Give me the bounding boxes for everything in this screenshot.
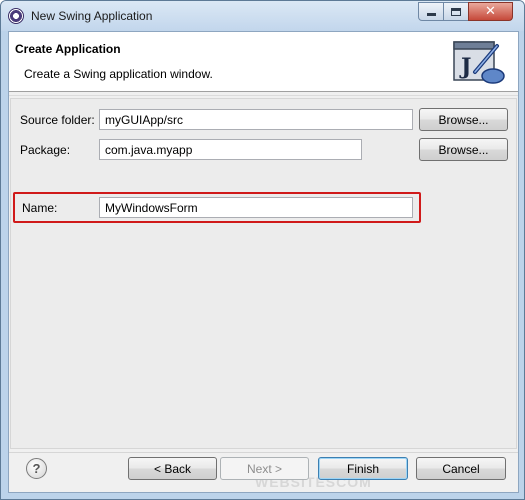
footer-separator bbox=[9, 452, 518, 453]
wizard-header: Create Application Create a Swing applic… bbox=[9, 32, 518, 92]
close-button[interactable]: ✕ bbox=[468, 2, 513, 21]
next-button[interactable]: Next > bbox=[220, 457, 309, 480]
wizard-description: Create a Swing application window. bbox=[24, 67, 213, 81]
swing-wizard-window: New Swing Application ✕ Create Applicati… bbox=[0, 0, 525, 500]
maximize-icon bbox=[451, 7, 461, 16]
name-label: Name: bbox=[22, 201, 58, 215]
svg-text:J: J bbox=[459, 54, 471, 80]
source-folder-field[interactable] bbox=[99, 109, 413, 130]
form-panel: Source folder: Browse... Package: Browse… bbox=[10, 98, 517, 449]
app-icon[interactable] bbox=[8, 8, 24, 24]
package-browse-button[interactable]: Browse... bbox=[419, 138, 508, 161]
java-wizard-icon: J bbox=[453, 41, 505, 84]
finish-button[interactable]: Finish bbox=[318, 457, 408, 480]
wizard-client-area: Create Application Create a Swing applic… bbox=[8, 31, 519, 493]
window-title: New Swing Application bbox=[31, 9, 153, 23]
maximize-button[interactable] bbox=[443, 2, 469, 21]
title-bar[interactable]: New Swing Application ✕ bbox=[1, 1, 524, 31]
source-folder-label: Source folder: bbox=[20, 113, 95, 127]
package-field[interactable] bbox=[99, 139, 362, 160]
minimize-icon bbox=[426, 13, 436, 16]
package-label: Package: bbox=[20, 143, 71, 157]
back-button[interactable]: < Back bbox=[128, 457, 217, 480]
minimize-button[interactable] bbox=[418, 2, 444, 21]
close-icon: ✕ bbox=[485, 4, 496, 19]
header-separator bbox=[9, 95, 518, 96]
help-icon[interactable]: ? bbox=[26, 458, 47, 479]
source-folder-browse-button[interactable]: Browse... bbox=[419, 108, 508, 131]
cancel-button[interactable]: Cancel bbox=[416, 457, 506, 480]
wizard-title: Create Application bbox=[15, 42, 121, 56]
name-field[interactable] bbox=[99, 197, 413, 218]
